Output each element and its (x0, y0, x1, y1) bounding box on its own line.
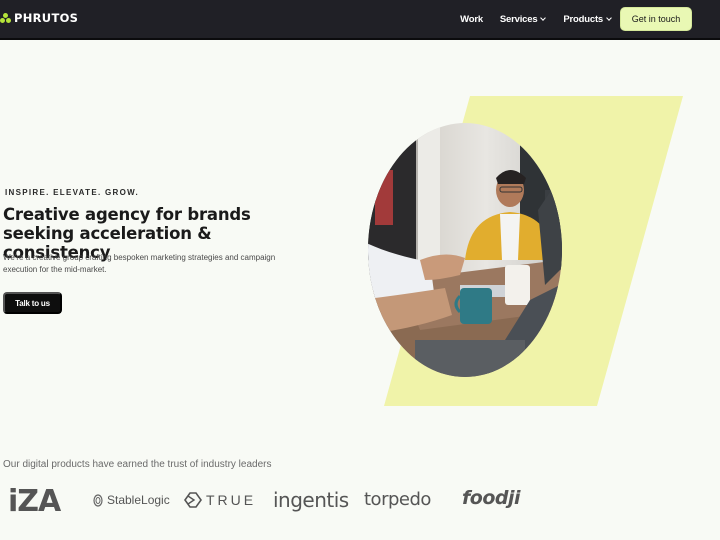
trefoil-dots-icon (0, 12, 11, 24)
nav-link-work[interactable]: Work (460, 14, 483, 25)
logo-text: ingentis (273, 488, 349, 512)
chevron-down-icon (540, 15, 547, 21)
talk-to-us-button[interactable]: Talk to us (3, 292, 62, 314)
logo-iza: iZA (8, 484, 61, 519)
hero-subtext: We're a creative group crafting bespoken… (3, 253, 276, 274)
logo-text: foodji (462, 487, 521, 509)
logo-torpedo: torpedo (364, 489, 431, 510)
hero-tagline: INSPIRE. ELEVATE. GROW. (5, 188, 140, 197)
nav-links: Work Services Products Get in touch (460, 0, 720, 38)
nav-link-label: Products (563, 13, 603, 25)
logo-text: TRUE (206, 492, 257, 508)
hero-illustration (368, 96, 683, 406)
logo-text: torpedo (364, 489, 431, 510)
brand-name: PHRUTOS (14, 11, 79, 25)
nav-link-label: Services (499, 13, 538, 25)
logo-stablelogic: StableLogic (93, 493, 170, 507)
logo-text: StableLogic (107, 493, 170, 507)
logo-foodji: foodji (462, 487, 521, 509)
get-in-touch-button[interactable]: Get in touch (620, 7, 692, 31)
nav-link-services[interactable]: Services (499, 13, 547, 25)
brand-logo[interactable]: PHRUTOS (0, 11, 78, 25)
logo-text: iZA (8, 484, 61, 519)
logo-ingentis: ingentis (273, 488, 349, 512)
nav-link-products[interactable]: Products (563, 13, 612, 25)
fingerprint-icon (93, 493, 103, 507)
client-logos: iZA StableLogic TRUE ingentis torpedo fo… (0, 482, 720, 522)
chevron-down-icon (606, 15, 612, 21)
nav-link-label: Work (460, 13, 483, 25)
trust-heading: Our digital products have earned the tru… (3, 459, 272, 470)
top-nav: PHRUTOS Work Services Products Get in to… (0, 0, 720, 40)
true-mark-icon (184, 492, 202, 508)
logo-true: TRUE (184, 492, 256, 508)
